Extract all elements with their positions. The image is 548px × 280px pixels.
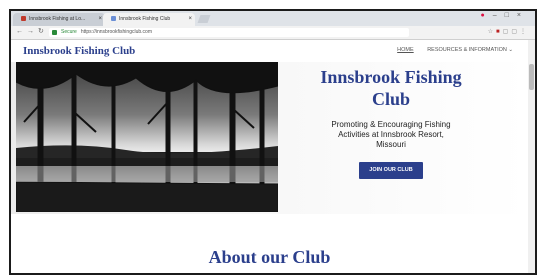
hero-subtitle-line: Promoting & Encouraging Fishing (331, 120, 451, 129)
join-club-button[interactable]: JOIN OUR CLUB (359, 162, 423, 179)
new-tab-button[interactable] (197, 15, 211, 23)
site-logo[interactable]: Innsbrook Fishing Club (23, 45, 135, 57)
reload-icon[interactable]: ↻ (38, 28, 48, 35)
minimize-icon[interactable]: – (493, 12, 505, 19)
hero-title-line: Club (371, 89, 411, 109)
browser-tab-bar: Innsbrook Fishing at Lo... × Innsbrook F… (11, 11, 535, 26)
favicon-icon (21, 16, 26, 22)
menu-item-home[interactable]: HOME (397, 47, 414, 53)
chevron-down-icon[interactable]: ⌄ (508, 47, 513, 53)
tab-label: Innsbrook Fishing Club (119, 16, 171, 22)
hero-subtitle-line: Missouri (376, 140, 406, 149)
extension-icons: ☆■▢▢⋮ (488, 28, 529, 35)
nav-buttons: ←→↻ (16, 27, 48, 35)
extension-icon[interactable]: ▢ (511, 29, 520, 35)
browser-tab-1[interactable]: Innsbrook Fishing at Lo... × (13, 13, 105, 26)
profile-icon[interactable]: ● (481, 12, 493, 19)
extension-icon[interactable]: ■ (496, 29, 503, 35)
screenshot-frame: Innsbrook Fishing at Lo... × Innsbrook F… (9, 9, 537, 275)
secure-label: Secure (61, 29, 77, 35)
url-field[interactable]: Secure https://innsbrookfishingclub.com (49, 28, 409, 37)
menu-icon[interactable]: ⋮ (520, 29, 529, 35)
close-tab-icon[interactable]: × (98, 13, 102, 26)
hero-section: Innsbrook Fishing Club Promoting & Encou… (11, 62, 528, 214)
window-controls: ●–□× (481, 12, 529, 19)
star-icon[interactable]: ☆ (488, 29, 496, 35)
lake-sunset-photo (16, 62, 278, 212)
hero-subtitle-line: Activities at Innsbrook Resort, (338, 130, 444, 139)
hero-title-line: Innsbrook Fishing (320, 67, 462, 87)
about-heading: About our Club (208, 247, 331, 267)
menu-item-resources[interactable]: RESOURCES & INFORMATION (427, 47, 507, 53)
scrollbar-thumb[interactable] (529, 64, 534, 90)
web-page: Innsbrook Fishing Club HOME RESOURCES & … (11, 40, 535, 273)
maximize-icon[interactable]: □ (505, 12, 517, 19)
site-menu: HOME RESOURCES & INFORMATION ⌄ (397, 47, 513, 53)
browser-tab-2[interactable]: Innsbrook Fishing Club × (103, 13, 195, 26)
favicon-icon (111, 16, 116, 22)
lock-icon (52, 30, 57, 35)
hero-title: Innsbrook Fishing Club (301, 66, 481, 110)
tab-label: Innsbrook Fishing at Lo... (29, 16, 86, 22)
hero-text: Innsbrook Fishing Club Promoting & Encou… (301, 66, 481, 179)
close-tab-icon[interactable]: × (188, 13, 192, 26)
forward-icon[interactable]: → (27, 28, 38, 35)
scrollbar[interactable] (528, 40, 535, 273)
address-bar-row: ←→↻ Secure https://innsbrookfishingclub.c… (11, 26, 535, 40)
url-text: https://innsbrookfishingclub.com (80, 29, 152, 35)
site-header: Innsbrook Fishing Club HOME RESOURCES & … (11, 40, 535, 62)
back-icon[interactable]: ← (16, 28, 27, 35)
hero-subtitle: Promoting & Encouraging Fishing Activiti… (301, 120, 481, 150)
close-window-icon[interactable]: × (517, 12, 529, 19)
